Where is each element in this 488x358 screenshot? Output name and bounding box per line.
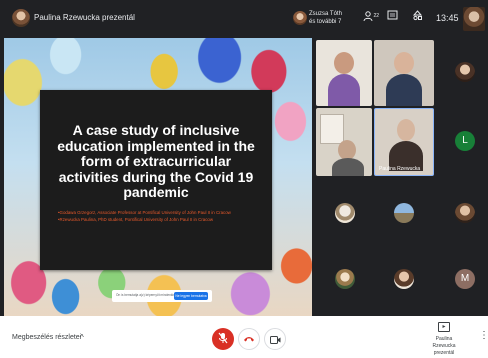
featured-participant-tile[interactable]: Paulina Rzewucka [374, 108, 434, 176]
participant-name: Paulina Rzewucka [379, 166, 421, 172]
participant-face [334, 52, 354, 74]
presentation-slide: A case study of inclusive education impl… [40, 90, 272, 270]
active-speaker-avatar [293, 11, 307, 25]
slide-title: A case study of inclusive education impl… [57, 122, 255, 200]
activities-icon[interactable] [409, 10, 425, 26]
participant-avatar[interactable] [455, 203, 475, 223]
camera-icon [269, 335, 280, 344]
shared-screen: A case study of inclusive education impl… [4, 38, 312, 316]
mic-off-icon [218, 332, 228, 344]
participant-avatar[interactable] [394, 269, 414, 289]
presenting-status: Paulina Rzewucka prezentál [432, 336, 456, 356]
participant-avatar[interactable] [335, 203, 355, 223]
participant-tile[interactable] [374, 40, 434, 106]
participant-avatar[interactable] [455, 62, 475, 82]
participant-avatar[interactable] [394, 203, 414, 223]
participant-avatar[interactable] [335, 269, 355, 289]
participant-body [328, 74, 360, 106]
hang-up-icon [244, 337, 254, 342]
participant-body [386, 74, 422, 106]
sharing-notification-bar: Ön is bemutatja a(z) képernyőt mindenkin… [112, 290, 212, 302]
people-icon[interactable]: 22 [360, 10, 379, 26]
participant-tile[interactable] [316, 108, 372, 176]
participant-face [397, 119, 415, 141]
microphone-off-button[interactable] [212, 328, 234, 350]
chevron-up-icon[interactable]: ^ [80, 333, 84, 342]
more-options-icon[interactable]: ⋮ [479, 330, 488, 341]
self-view-thumbnail[interactable] [463, 7, 485, 31]
participants-count: 22 [373, 13, 379, 19]
leave-call-button[interactable] [238, 328, 260, 350]
stop-presenting-button[interactable]: Ne legyen bemutatva [174, 292, 208, 300]
present-icon[interactable]: ▸ [438, 322, 450, 332]
bottom-bar: Megbeszélés részletei ^ ▸ Paulina Rzewuc… [0, 316, 488, 358]
camera-button[interactable] [264, 328, 286, 350]
meeting-details-button[interactable]: Megbeszélés részletei [12, 334, 81, 341]
active-speakers-label[interactable]: Zsuzsa Tóth és további 7 [309, 10, 349, 26]
slide-author: •Rzewucka Paulina, PhD student, Pontific… [58, 216, 214, 222]
slide-author: •Godawa Grzegorz, Associate Professor at… [58, 210, 231, 215]
participant-avatar-m[interactable]: M [455, 269, 475, 289]
chat-icon[interactable] [384, 10, 400, 26]
top-bar: Paulina Rzewucka prezentál Zsuzsa Tóth é… [0, 0, 488, 38]
participant-body [332, 158, 364, 176]
sharing-message: Ön is bemutatja a(z) képernyőt mindenkin… [116, 293, 179, 297]
presenter-label: Paulina Rzewucka prezentál [34, 13, 135, 22]
meeting-stage: A case study of inclusive education impl… [0, 38, 488, 316]
participant-tile[interactable] [316, 40, 372, 106]
presenter-avatar [12, 9, 30, 27]
participant-face [394, 52, 414, 74]
slide-authors: •Godawa Grzegorz, Associate Professor at… [58, 210, 256, 224]
clock: 13:45 [436, 13, 459, 23]
participant-avatar-l[interactable]: L [455, 131, 475, 151]
participant-face [338, 140, 356, 160]
background-window [320, 114, 344, 144]
